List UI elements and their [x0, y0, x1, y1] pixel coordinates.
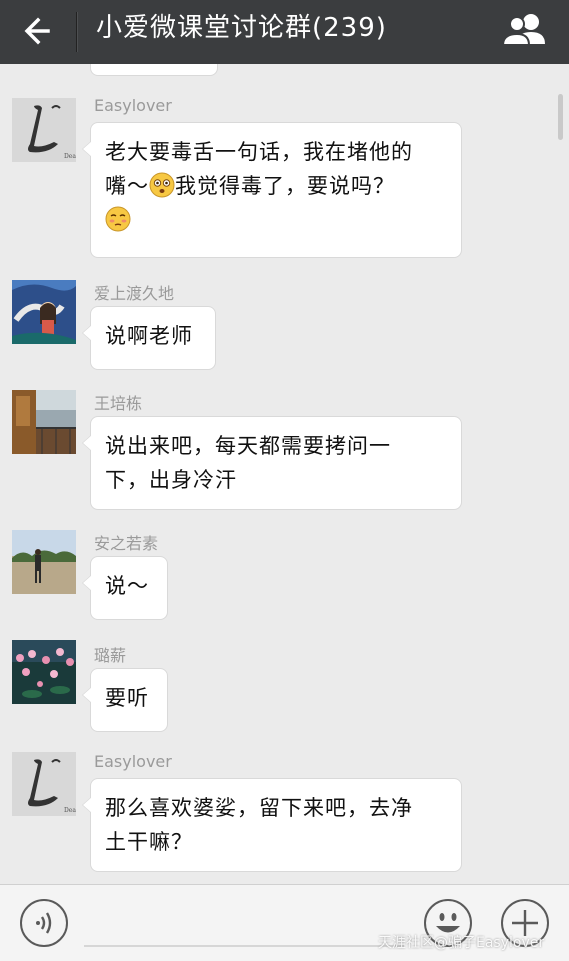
message-bubble[interactable]: 说～: [82, 556, 168, 620]
voice-input-icon: [36, 912, 52, 934]
message-text-line: 嘴～ 我觉得毒了，要说吗？: [105, 169, 447, 203]
death-note-L-avatar: Death: [12, 752, 76, 816]
scrollbar[interactable]: [558, 94, 563, 140]
sender-name: Easylover: [94, 752, 172, 771]
members-button[interactable]: [501, 10, 549, 50]
lotus-pond-avatar: [12, 640, 76, 704]
previous-message-bubble[interactable]: [90, 64, 218, 76]
voice-button[interactable]: [20, 899, 68, 947]
svg-text:Death: Death: [64, 153, 76, 160]
message-text: 我觉得毒了，要说吗？: [175, 174, 395, 198]
death-note-L-avatar: Death: [12, 98, 76, 162]
message-bubble[interactable]: 要听: [82, 668, 168, 732]
blushing-emoji: [105, 206, 131, 232]
back-button[interactable]: [18, 10, 60, 52]
avatar[interactable]: Death: [12, 98, 76, 162]
message-text: 说啊老师: [105, 324, 193, 348]
message-text-line: 老大要毒舌一句话，我在堵他的: [105, 140, 413, 164]
svg-text:Death: Death: [64, 807, 76, 814]
avatar[interactable]: [12, 640, 76, 704]
message-text: 说～: [105, 574, 149, 598]
message-input[interactable]: [84, 945, 404, 947]
arrow-left-icon: [24, 17, 50, 45]
message-bubble[interactable]: 说出来吧，每天都需要拷问一 下，出身冷汗: [82, 416, 462, 510]
sender-name: 璐薪: [94, 646, 127, 665]
sender-name: Easylover: [94, 96, 172, 115]
spirited-away-avatar: [12, 280, 76, 344]
sender-name: 王培栋: [94, 394, 143, 413]
avatar[interactable]: [12, 390, 76, 454]
message-text-line: 说出来吧，每天都需要拷问一: [105, 434, 391, 458]
message-text-line: 下，出身冷汗: [105, 468, 237, 492]
title-bar: 小爱微课堂讨论群(239): [0, 0, 569, 64]
message-text-line: [105, 203, 447, 237]
message-bubble[interactable]: 那么喜欢婆娑，留下来吧，去净 土干嘛？: [82, 778, 462, 872]
message-text-line: 土干嘛？: [105, 830, 193, 854]
avatar[interactable]: [12, 530, 76, 594]
avatar[interactable]: [12, 280, 76, 344]
sender-name: 安之若素: [94, 534, 159, 553]
message-text-line: 那么喜欢婆娑，留下来吧，去净: [105, 796, 413, 820]
group-members-icon: [501, 14, 545, 46]
shocked-emoji: [149, 172, 175, 198]
balcony-photo-avatar: [12, 390, 76, 454]
message-text: 嘴～: [105, 174, 149, 198]
message-text: 要听: [105, 686, 149, 710]
chat-message-list[interactable]: Death Easylover 老大要毒舌一句话，我在堵他的 嘴～ 我觉得毒了，…: [0, 64, 569, 884]
message-bubble[interactable]: 老大要毒舌一句话，我在堵他的 嘴～ 我觉得毒了，要说吗？: [82, 122, 462, 258]
person-outdoor-avatar: [12, 530, 76, 594]
watermark: 天涯社区@骗子Easylover: [378, 935, 545, 951]
header-divider: [76, 12, 77, 52]
chat-title: 小爱微课堂讨论群(239): [96, 13, 387, 43]
message-bubble[interactable]: 说啊老师: [82, 306, 216, 370]
sender-name: 爱上渡久地: [94, 284, 175, 303]
avatar[interactable]: Death: [12, 752, 76, 816]
